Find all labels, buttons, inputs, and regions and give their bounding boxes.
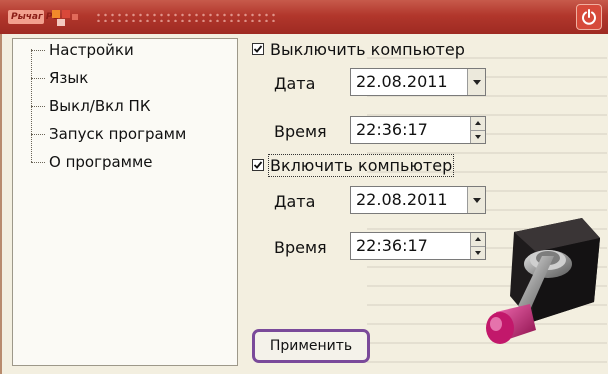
shutdown-label: Выключить компьютер [270,39,465,59]
shutdown-date-value[interactable]: 22.08.2011 [351,69,467,95]
power-icon [582,9,596,25]
tree-item-language[interactable]: Язык [31,67,88,89]
startup-date-label: Дата [274,192,316,211]
startup-checkbox-row[interactable]: Включить компьютер [252,153,455,177]
shutdown-time-picker[interactable]: 22:36:17 [350,116,486,144]
apply-button[interactable]: Применить [252,329,370,363]
title-decoration [95,12,275,22]
arrow-down-icon [475,134,481,139]
tree-item-startup[interactable]: Запуск программ [31,123,186,145]
startup-checkbox[interactable] [252,159,264,171]
tree-branch [31,49,45,51]
settings-pane: Выключить компьютер Дата 22.08.2011 Врем… [242,34,608,374]
logo-square [72,14,78,20]
tree-branch [31,105,45,107]
window-body: Настройки Язык Выкл/Вкл ПК Запуск програ… [0,34,608,374]
spin-down-button[interactable] [471,130,485,143]
chevron-down-icon [472,197,481,203]
title-bar: Рычаг PC [0,0,608,34]
checkmark-icon [253,45,263,53]
power-button[interactable] [576,4,602,30]
tree-item-label: Язык [49,69,89,87]
startup-label: Включить компьютер [267,153,455,177]
tree-branch [31,161,45,163]
tree-item-label: О программе [49,153,153,171]
tree-item-label: Выкл/Вкл ПК [49,97,151,115]
logo-square [57,19,65,26]
chevron-down-icon [472,79,481,85]
startup-date-dropdown-button[interactable] [467,187,485,213]
shutdown-time-spinner[interactable] [470,117,485,143]
logo-squares [52,10,82,26]
shutdown-date-label: Дата [274,74,316,93]
shutdown-date-picker[interactable]: 22.08.2011 [350,68,486,96]
shutdown-date-dropdown-button[interactable] [467,69,485,95]
logo-square [62,10,70,18]
tree-item-settings[interactable]: Настройки [31,39,134,61]
tree-item-about[interactable]: О программе [31,151,153,173]
toggle-switch-illustration [486,218,600,344]
tree-item-label: Запуск программ [49,125,187,143]
app-logo: Рычаг PC [8,10,59,24]
spin-up-button[interactable] [471,117,485,131]
tree-branch [31,133,45,135]
startup-time-label: Время [274,238,327,257]
shutdown-time-value[interactable]: 22:36:17 [351,117,470,143]
tree-item-power[interactable]: Выкл/Вкл ПК [31,95,150,117]
logo-square [52,10,60,18]
shutdown-checkbox[interactable] [252,43,264,55]
startup-date-value[interactable]: 22.08.2011 [351,187,467,213]
arrow-up-icon [475,121,481,126]
shutdown-time-label: Время [274,122,327,141]
shutdown-checkbox-row[interactable]: Выключить компьютер [252,38,465,60]
tree-branch [31,77,45,79]
tree-item-label: Настройки [49,41,134,59]
checkmark-icon [253,161,263,169]
settings-tree: Настройки Язык Выкл/Вкл ПК Запуск програ… [12,38,238,366]
startup-date-picker[interactable]: 22.08.2011 [350,186,486,214]
